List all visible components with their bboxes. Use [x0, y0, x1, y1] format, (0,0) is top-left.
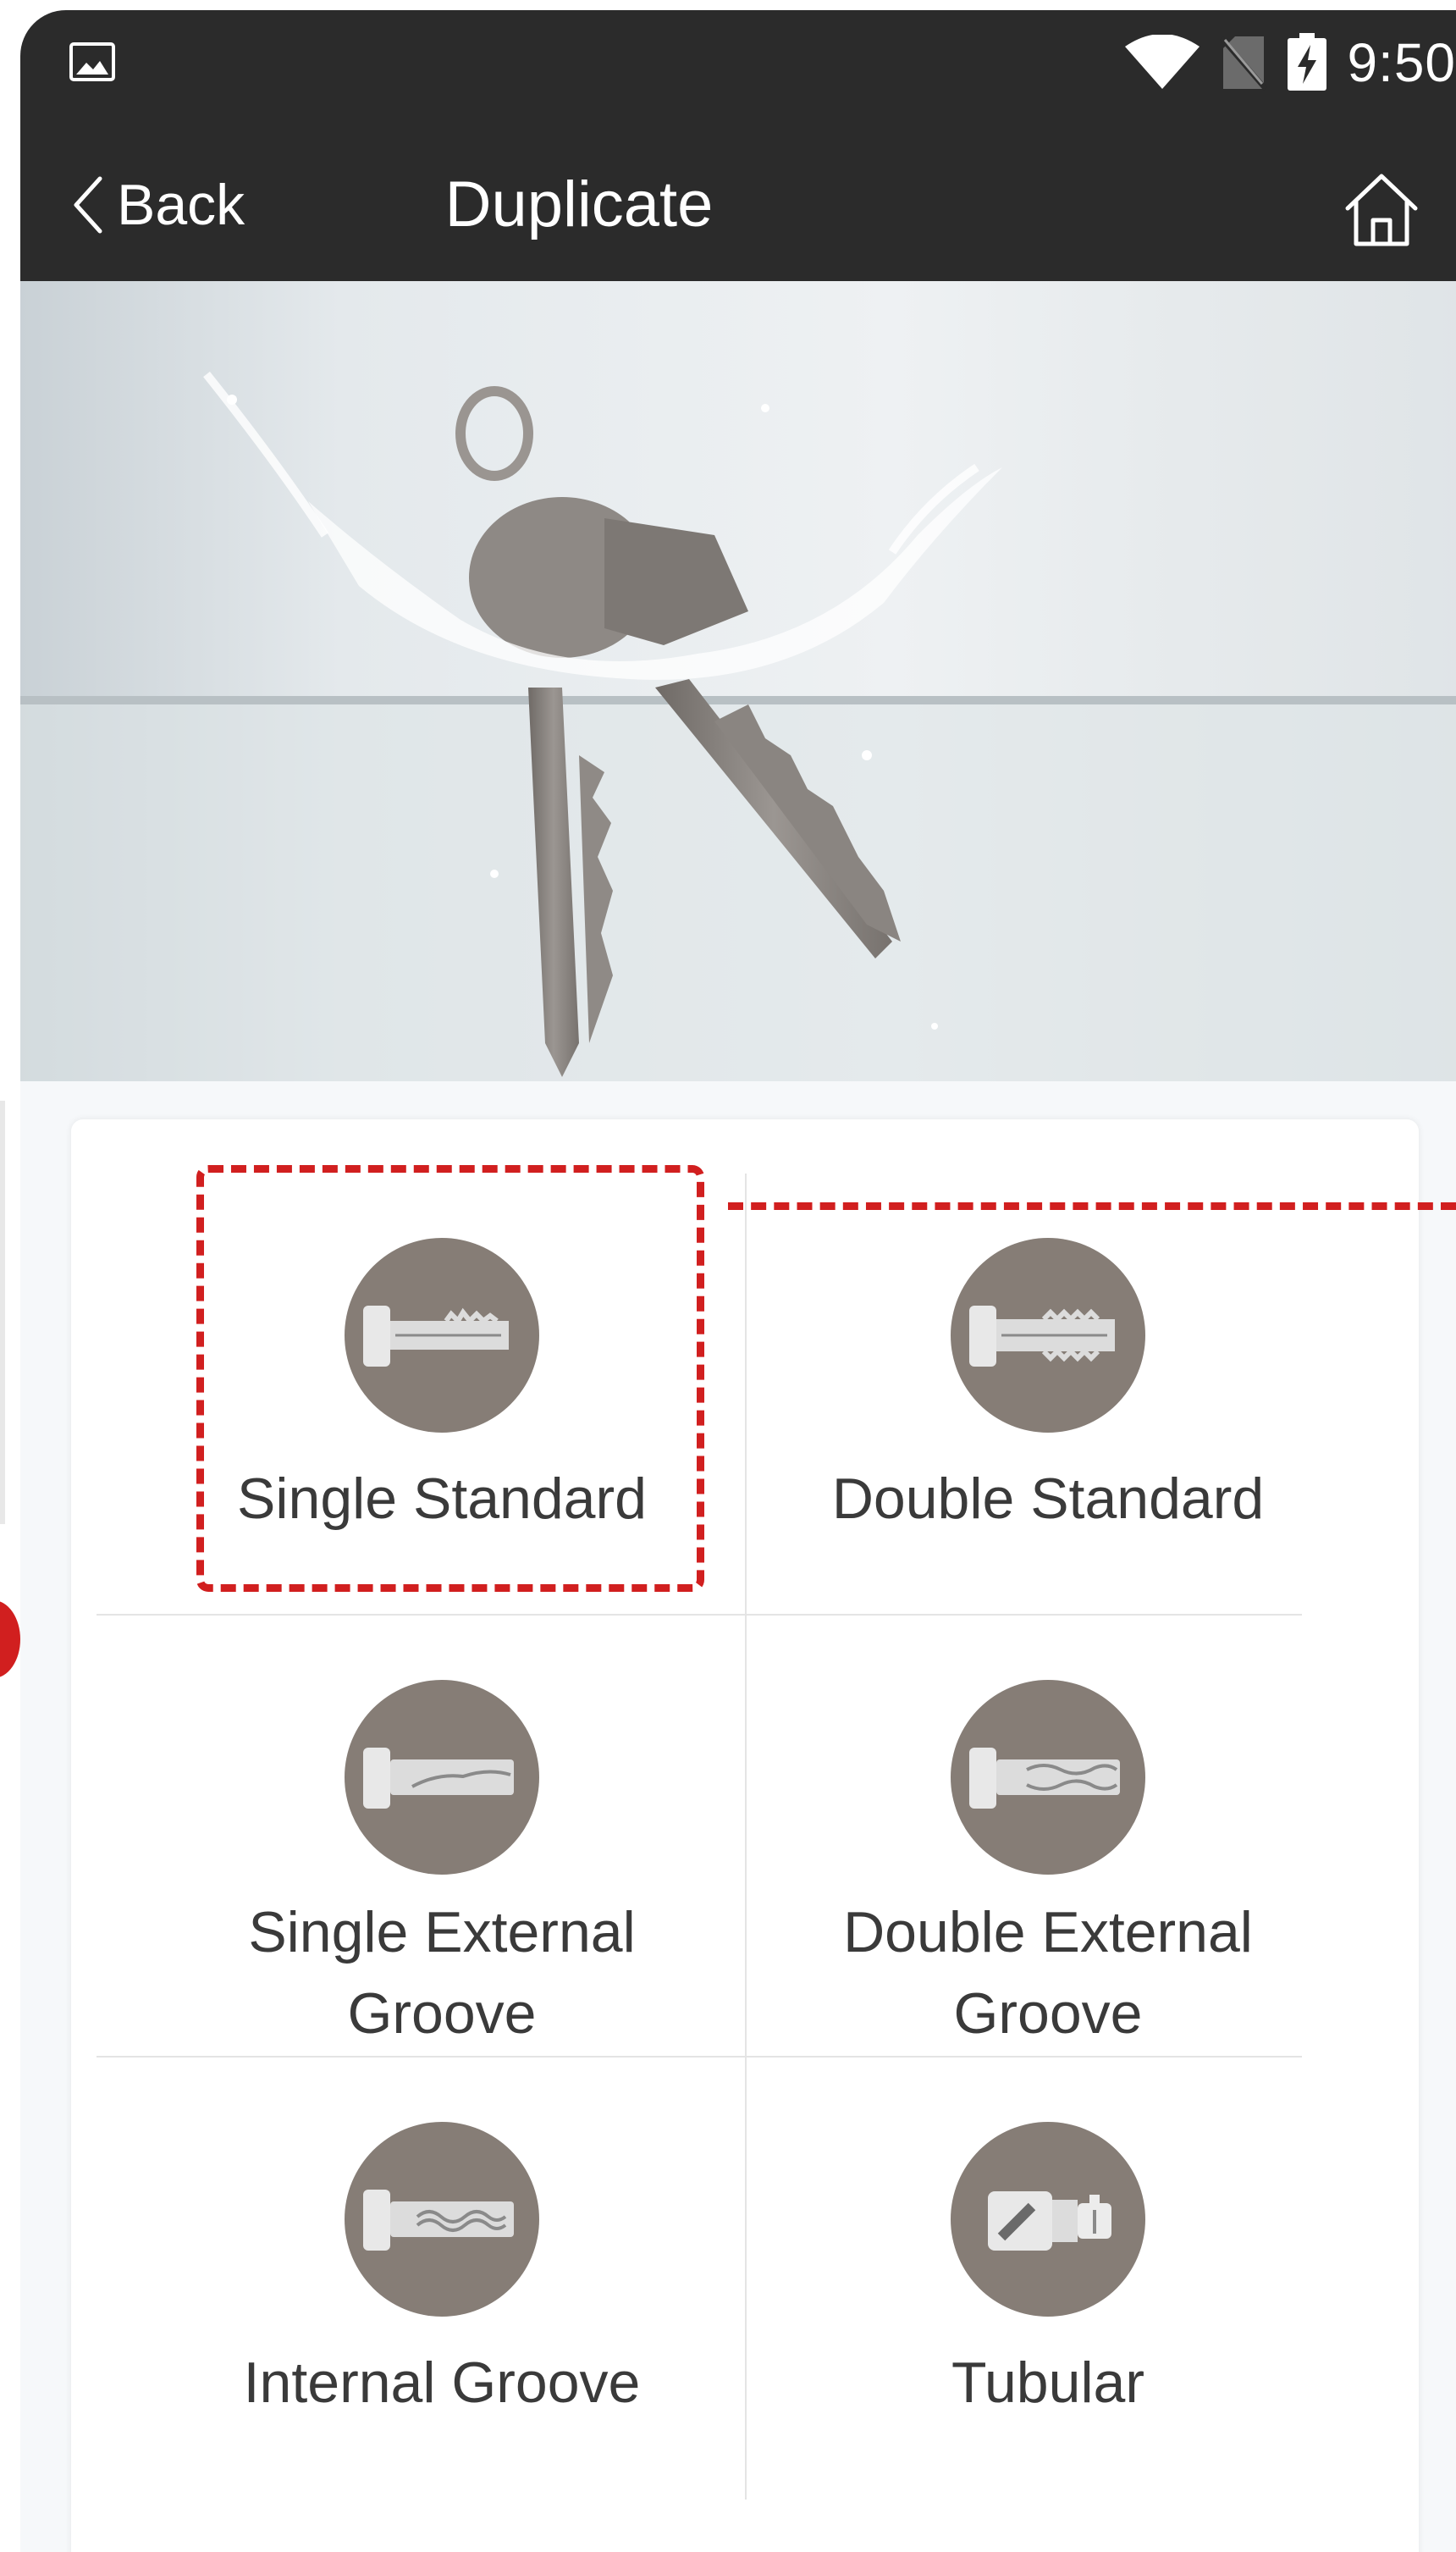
key-type-label: Single Standard: [237, 1467, 647, 1531]
status-icons: 9:50: [1123, 32, 1456, 93]
annotation-dot: [0, 1600, 20, 1678]
single-standard-key-icon: [345, 1238, 539, 1433]
double-external-groove-key-icon: [951, 1680, 1145, 1875]
key-type-label: Double Standard: [831, 1467, 1265, 1531]
page: 9:50 Back Duplicate Single Standard Doub…: [0, 0, 1456, 2552]
app-bar: Back Duplicate: [20, 129, 1456, 281]
key-type-internal-groove[interactable]: Internal Groove: [139, 2058, 745, 2498]
key-type-double-external-groove[interactable]: Double External Groove: [745, 1616, 1351, 2056]
key-type-label: Single External Groove: [248, 1900, 636, 2046]
key-type-double-standard[interactable]: Double Standard: [745, 1174, 1351, 1614]
key-type-label: Internal Groove: [243, 2350, 641, 2415]
key-type-single-standard[interactable]: Single Standard: [139, 1174, 745, 1614]
key-type-grid: Single Standard Double Standard Single E…: [71, 1119, 1419, 2552]
wifi-icon: [1125, 35, 1200, 89]
page-title: Duplicate: [444, 168, 714, 240]
image-notification-icon: [69, 42, 115, 81]
highlight-connector: [728, 1202, 1456, 1210]
key-type-single-external-groove[interactable]: Single External Groove: [139, 1616, 745, 2056]
battery-charging-icon: [1288, 33, 1327, 91]
background-edge: [0, 1101, 5, 1524]
key-type-label: Double External Groove: [843, 1900, 1253, 2046]
status-bar: 9:50: [20, 10, 1456, 129]
key-type-tubular[interactable]: Tubular: [745, 2058, 1351, 2498]
hero-image: [20, 281, 1456, 1081]
clock: 9:50: [1347, 32, 1456, 93]
single-external-groove-key-icon: [345, 1680, 539, 1875]
internal-groove-key-icon: [345, 2122, 539, 2317]
no-sim-icon: [1220, 36, 1268, 91]
tubular-key-icon: [951, 2122, 1145, 2317]
key-type-label: Tubular: [951, 2350, 1145, 2415]
home-icon[interactable]: [1341, 169, 1422, 251]
keys-in-water-illustration: [20, 371, 1456, 1081]
double-standard-key-icon: [951, 1238, 1145, 1433]
